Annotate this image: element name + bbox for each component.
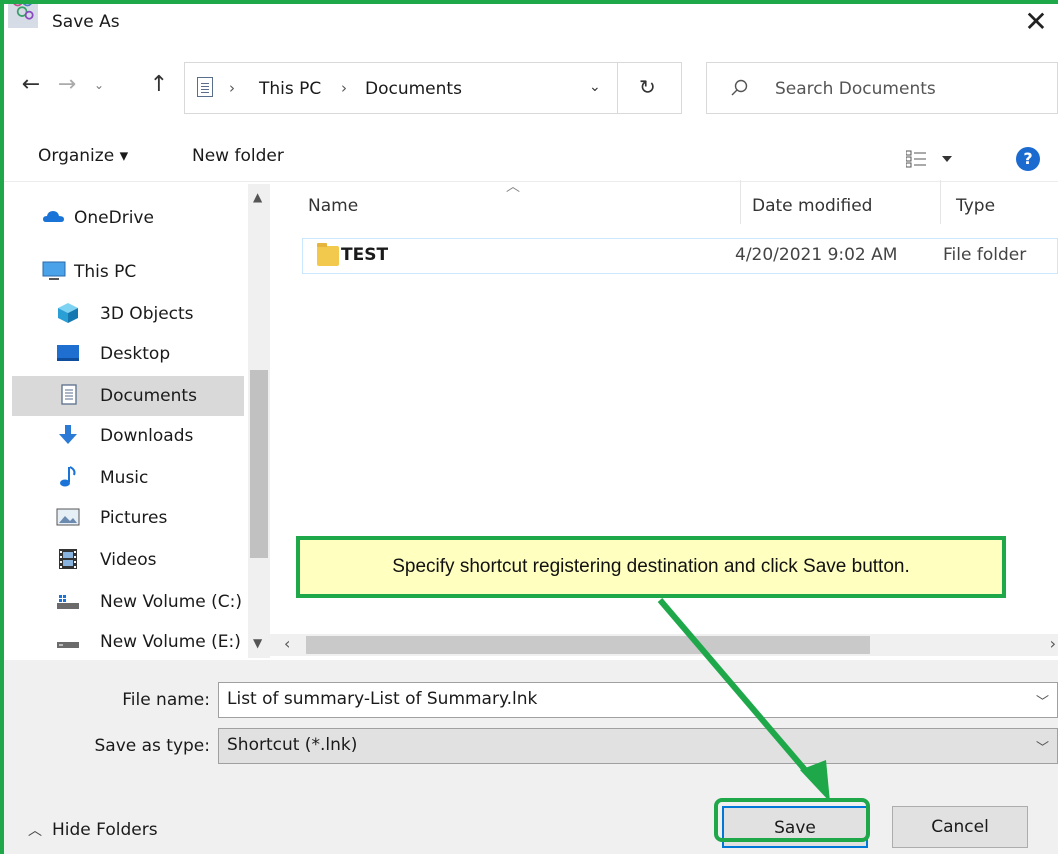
- recent-locations-chevron-icon[interactable]: ⌄: [86, 70, 112, 100]
- address-dropdown-chevron-icon[interactable]: ⌄: [589, 79, 601, 95]
- new-folder-button[interactable]: New folder: [192, 146, 284, 166]
- documents-location-icon: [197, 77, 213, 97]
- scroll-right-arrow-icon[interactable]: ›: [1050, 634, 1056, 653]
- window-title: Save As: [52, 12, 120, 32]
- address-divider: [617, 63, 618, 113]
- monitor-icon: [42, 261, 66, 280]
- sidebar-item-videos[interactable]: Videos: [12, 540, 244, 580]
- cloud-icon: [43, 211, 64, 222]
- app-icon: [8, 4, 38, 28]
- column-header-name[interactable]: Name: [308, 196, 358, 216]
- search-placeholder: Search Documents: [775, 79, 936, 99]
- breadcrumb-this-pc[interactable]: This PC: [259, 79, 321, 99]
- sidebar-item-label: Music: [100, 468, 149, 488]
- navigation-pane-scrollbar[interactable]: ▲ ▼: [248, 184, 270, 658]
- sidebar-item-downloads[interactable]: Downloads: [12, 416, 244, 456]
- file-date-modified: 4/20/2021 9:02 AM: [735, 245, 898, 265]
- scroll-up-arrow-icon[interactable]: ▲: [253, 190, 262, 204]
- search-icon: [731, 79, 748, 96]
- save-form-panel: File name: List of summary-List of Summa…: [4, 660, 1058, 854]
- sidebar-item-new-volume-c[interactable]: New Volume (C:): [12, 582, 248, 622]
- filename-label: File name:: [122, 690, 210, 710]
- desktop-icon: [57, 345, 79, 361]
- search-box[interactable]: Search Documents: [706, 62, 1058, 114]
- sidebar-item-label: OneDrive: [74, 208, 154, 228]
- sidebar-item-label: 3D Objects: [100, 304, 194, 324]
- sidebar-item-label: New Volume (C:): [100, 592, 242, 612]
- sidebar-item-documents[interactable]: Documents: [12, 376, 244, 416]
- breadcrumb-documents[interactable]: Documents: [365, 79, 462, 99]
- music-note-icon: [60, 466, 76, 487]
- scroll-left-arrow-icon[interactable]: ‹: [284, 634, 290, 653]
- cube-icon: [58, 303, 78, 323]
- folder-icon: [317, 243, 339, 266]
- picture-icon: [56, 508, 80, 526]
- sidebar-item-label: Downloads: [100, 426, 194, 446]
- document-icon: [61, 384, 77, 405]
- download-arrow-icon: [59, 425, 77, 444]
- cancel-button[interactable]: Cancel: [892, 806, 1028, 848]
- file-list-horizontal-scrollbar[interactable]: ‹ ›: [270, 634, 1058, 656]
- drive-icon: [57, 642, 79, 648]
- sidebar-item-label: New Volume (E:): [100, 632, 241, 652]
- sidebar-item-pictures[interactable]: Pictures: [12, 498, 244, 538]
- sidebar-item-label: Pictures: [100, 508, 168, 528]
- callout-text: Specify shortcut registering destination…: [392, 556, 910, 577]
- scroll-down-arrow-icon[interactable]: ▼: [253, 636, 262, 650]
- filename-field[interactable]: List of summary-List of Summary.lnk ﹀: [218, 682, 1058, 718]
- command-toolbar: Organize ▾ New folder ?: [4, 134, 1058, 182]
- instruction-callout: Specify shortcut registering destination…: [296, 536, 1006, 598]
- filename-value: List of summary-List of Summary.lnk: [227, 689, 538, 709]
- organize-menu-button[interactable]: Organize ▾: [38, 146, 128, 166]
- sidebar-item-label: This PC: [74, 262, 137, 282]
- save-as-type-select[interactable]: Shortcut (*.lnk) ﹀: [218, 728, 1058, 764]
- back-arrow-icon[interactable]: ←: [18, 70, 44, 100]
- close-icon[interactable]: ✕: [1014, 8, 1058, 38]
- file-type: File folder: [943, 245, 1027, 265]
- sidebar-item-onedrive[interactable]: OneDrive: [12, 198, 244, 238]
- hide-folders-label: Hide Folders: [52, 820, 158, 840]
- refresh-icon[interactable]: ↻: [639, 75, 656, 99]
- column-header-type[interactable]: Type: [956, 196, 995, 216]
- sidebar-item-desktop[interactable]: Desktop: [12, 334, 244, 374]
- navigation-pane: OneDrive This PC 3D Objects Desktop Docu…: [12, 184, 270, 658]
- column-divider: [940, 180, 941, 224]
- navigation-bar: ← → ⌄ ↑ › This PC › Documents ⌄ ↻ Search…: [4, 60, 1058, 114]
- title-bar: Save As ✕: [4, 4, 1058, 56]
- help-icon[interactable]: ?: [1016, 147, 1040, 171]
- save-as-type-label: Save as type:: [94, 736, 210, 756]
- sort-ascending-icon: ︿: [506, 179, 520, 195]
- sidebar-item-label: Desktop: [100, 344, 171, 364]
- sidebar-item-3d-objects[interactable]: 3D Objects: [12, 294, 244, 334]
- windows-drive-icon: [57, 595, 79, 609]
- chevron-down-icon[interactable]: ﹀: [1036, 691, 1049, 710]
- sidebar-item-new-volume-e[interactable]: New Volume (E:): [12, 622, 248, 662]
- column-header-date-modified[interactable]: Date modified: [752, 196, 872, 216]
- save-button-highlight: [714, 798, 870, 842]
- file-row[interactable]: TEST 4/20/2021 9:02 AM File folder: [302, 238, 1058, 274]
- address-bar[interactable]: › This PC › Documents ⌄ ↻: [184, 62, 682, 114]
- breadcrumb-separator: ›: [341, 79, 347, 97]
- up-arrow-icon[interactable]: ↑: [146, 70, 172, 100]
- film-icon: [59, 549, 77, 569]
- scrollbar-thumb[interactable]: [306, 636, 870, 654]
- forward-arrow-icon[interactable]: →: [54, 70, 80, 100]
- sidebar-item-music[interactable]: Music: [12, 458, 244, 498]
- sidebar-item-label: Videos: [100, 550, 157, 570]
- hide-folders-toggle[interactable]: ︿ Hide Folders: [28, 820, 158, 840]
- scrollbar-thumb[interactable]: [250, 370, 268, 558]
- column-divider: [740, 180, 741, 224]
- save-as-type-value: Shortcut (*.lnk): [227, 735, 358, 755]
- view-options-icon[interactable]: [906, 150, 956, 168]
- sidebar-item-this-pc[interactable]: This PC: [12, 252, 244, 292]
- save-as-dialog: Save As ✕ ← → ⌄ ↑ › This PC › Documents …: [4, 4, 1058, 854]
- chevron-up-icon: ︿: [28, 823, 42, 839]
- chevron-down-icon[interactable]: ﹀: [1036, 737, 1049, 756]
- file-name: TEST: [341, 245, 389, 265]
- breadcrumb-separator: ›: [229, 79, 235, 97]
- sidebar-item-label: Documents: [100, 386, 197, 406]
